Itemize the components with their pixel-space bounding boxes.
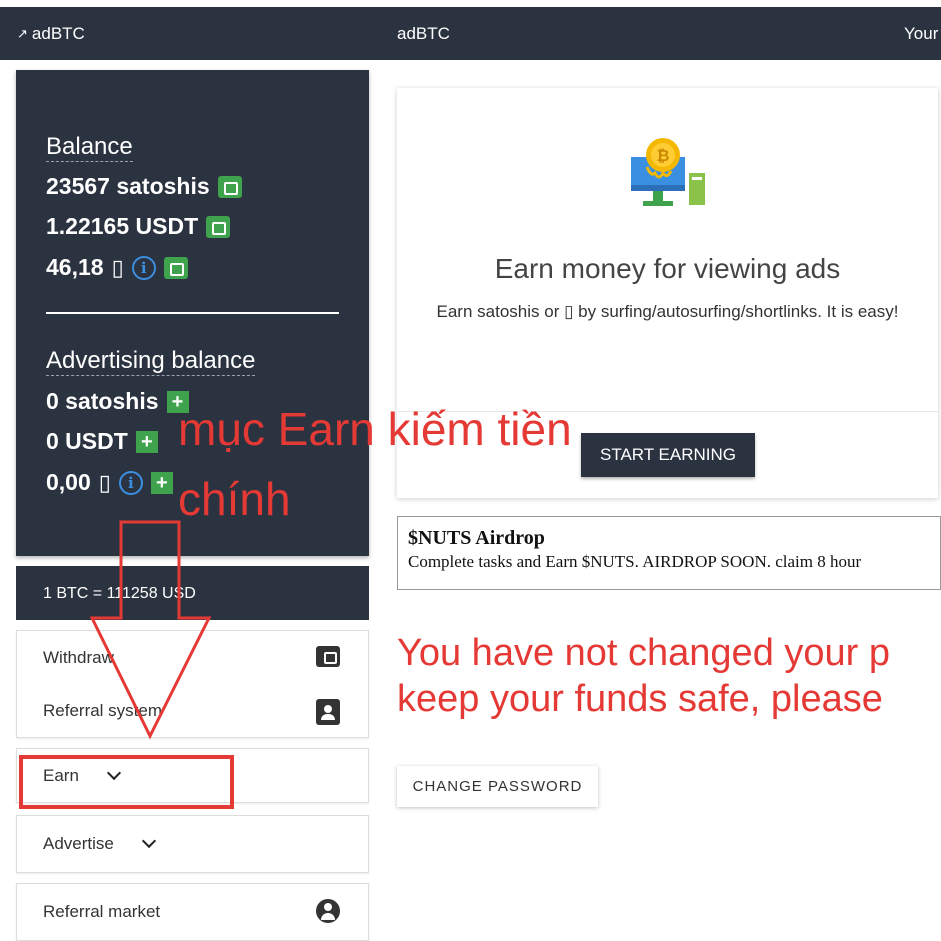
adv-satoshis: 0 satoshis bbox=[46, 388, 159, 414]
info-icon[interactable]: i bbox=[118, 470, 143, 495]
balance-usdt: 1.22165 USDT bbox=[46, 213, 199, 239]
currency-glyph: ▯ bbox=[111, 254, 124, 280]
user-circle-icon bbox=[316, 899, 340, 923]
airdrop-description: Complete tasks and Earn $NUTS. AIRDROP S… bbox=[408, 552, 862, 571]
annotation-highlight-box bbox=[19, 755, 234, 809]
earn-card-description: Earn satoshis or ▯ by surfing/autosurfin… bbox=[436, 302, 899, 321]
currency-glyph: ▯ bbox=[98, 469, 111, 495]
menu-item-label: Advertise bbox=[43, 834, 114, 853]
balance-satoshis: 23567 satoshis bbox=[46, 173, 210, 199]
adv-other-row: 0,00 ▯ i + bbox=[46, 469, 173, 496]
password-warning: You have not changed your p keep your fu… bbox=[397, 630, 941, 722]
brand-link[interactable]: ↗ adBTC bbox=[17, 24, 85, 44]
bitcoin-monitor-icon: ₿ bbox=[631, 138, 705, 206]
referral-market-menu-group: Referral market bbox=[16, 883, 369, 941]
menu-item-label: Referral market bbox=[43, 902, 161, 921]
advertising-balance-heading: Advertising balance bbox=[46, 347, 256, 376]
balance-heading: Balance bbox=[46, 133, 133, 162]
balance-divider bbox=[46, 312, 339, 314]
balance-usdt-row: 1.22165 USDT bbox=[46, 213, 231, 240]
airdrop-title: $NUTS Airdrop bbox=[408, 527, 545, 549]
top-navbar: ↗ adBTC adBTC Your bbox=[0, 7, 941, 60]
adv-usdt-row: 0 USDT + bbox=[46, 428, 158, 455]
nuts-airdrop-banner[interactable]: $NUTS Airdrop Complete tasks and Earn $N… bbox=[397, 516, 941, 590]
change-password-button[interactable]: CHANGE PASSWORD bbox=[397, 766, 598, 807]
annotation-text-line-2: chính bbox=[178, 473, 291, 525]
wallet-icon[interactable] bbox=[217, 175, 242, 198]
annotation-text-line-1: mục Earn kiếm tiền bbox=[178, 403, 572, 455]
menu-item-referral-market[interactable]: Referral market bbox=[17, 884, 368, 940]
balance-other-row: 46,18 ▯ i bbox=[46, 254, 188, 281]
earn-card-title: Earn money for viewing ads bbox=[494, 253, 841, 284]
plus-icon[interactable]: + bbox=[150, 471, 173, 494]
warning-line-2: keep your funds safe, please bbox=[397, 678, 883, 720]
chevron-down-icon bbox=[141, 833, 156, 849]
menu-item-advertise[interactable]: Advertise bbox=[17, 816, 368, 872]
adv-usdt: 0 USDT bbox=[46, 428, 128, 454]
advertise-menu-group: Advertise bbox=[16, 815, 369, 873]
balance-satoshis-row: 23567 satoshis bbox=[46, 173, 242, 200]
wallet-icon[interactable] bbox=[163, 256, 188, 279]
warning-line-1: You have not changed your p bbox=[397, 632, 890, 674]
wallet-icon[interactable] bbox=[206, 215, 231, 238]
svg-text:₿: ₿ bbox=[656, 146, 669, 165]
adv-satoshis-row: 0 satoshis + bbox=[46, 388, 189, 415]
account-menu[interactable]: Your bbox=[904, 24, 938, 44]
balance-other: 46,18 bbox=[46, 254, 104, 280]
start-earning-button[interactable]: START EARNING bbox=[581, 433, 755, 477]
info-icon[interactable]: i bbox=[131, 255, 156, 280]
brand-center-title[interactable]: adBTC bbox=[397, 24, 450, 44]
external-link-icon: ↗ bbox=[17, 26, 28, 41]
contact-card-icon bbox=[316, 699, 340, 725]
annotation-down-arrow bbox=[90, 520, 212, 740]
adv-other: 0,00 bbox=[46, 469, 91, 495]
plus-icon[interactable]: + bbox=[135, 430, 158, 453]
brand-left-label: adBTC bbox=[31, 24, 85, 43]
wallet-icon bbox=[316, 646, 340, 667]
